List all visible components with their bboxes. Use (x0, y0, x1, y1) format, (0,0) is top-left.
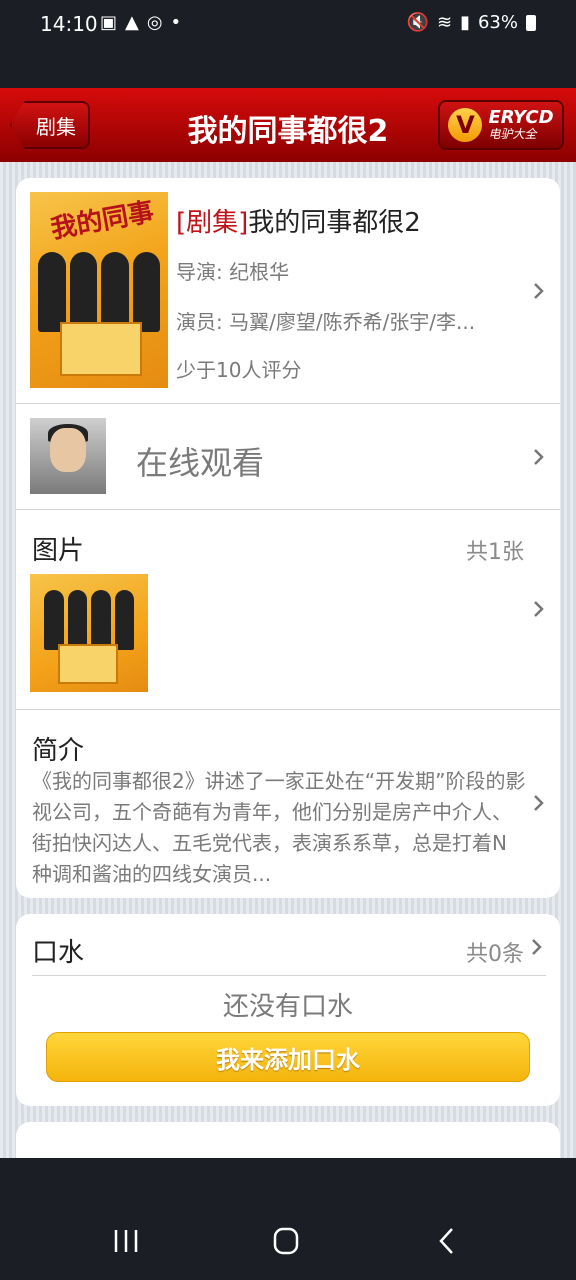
logo-sub: 电驴大全 (488, 127, 537, 142)
movie-info-row[interactable]: 我的同事 [剧集]我的同事都很2 导演: 纪根华 演员: 马翼/廖望/陈乔希/张… (16, 178, 560, 404)
page-title: 我的同事都很2 (187, 114, 389, 149)
picture-thumbnail[interactable] (30, 574, 148, 692)
battery-percent: 63% (477, 12, 518, 33)
chevron-right-icon (530, 794, 548, 812)
chevron-right-icon (530, 600, 548, 618)
comments-header[interactable]: 口水 共0条 (32, 914, 546, 976)
status-bar: 14:10 ▣▲◎• 🔇 ≋ ▮ 63% (0, 0, 576, 88)
movie-director: 导演: 纪根华 (176, 260, 290, 284)
poster-people (38, 252, 160, 332)
back-nav-icon[interactable] (428, 1226, 468, 1256)
movie-actors: 演员: 马翼/廖望/陈乔希/张宇/李... (176, 310, 476, 334)
logo-main: ERYCD (488, 107, 554, 129)
system-nav-bar (0, 1158, 576, 1280)
comments-title: 口水 (32, 938, 85, 968)
movie-name: 我的同事都很2 (248, 208, 421, 238)
intro-row[interactable]: 简介 《我的同事都很2》讲述了一家正处在“开发期”阶段的影视公司，五个奇葩有为青… (16, 710, 560, 898)
back-button[interactable]: 剧集 (10, 101, 90, 149)
watch-thumbnail (30, 418, 106, 494)
movie-rating: 少于10人评分 (176, 358, 302, 382)
add-comment-button[interactable]: 我来添加口水 (46, 1032, 530, 1082)
pictures-row[interactable]: 图片 共1张 (16, 510, 560, 710)
app-header: 剧集 我的同事都很2 V ERYCD 电驴大全 (0, 88, 576, 162)
verycd-logo-button[interactable]: V ERYCD 电驴大全 (438, 100, 564, 150)
pictures-title: 图片 (32, 536, 85, 566)
home-icon[interactable] (266, 1226, 306, 1256)
intro-text: 《我的同事都很2》讲述了一家正处在“开发期”阶段的影视公司，五个奇葩有为青年，他… (32, 769, 526, 886)
movie-tag: [剧集] (176, 208, 249, 238)
verycd-v-icon: V (448, 108, 483, 142)
recent-apps-icon[interactable] (106, 1226, 146, 1256)
battery-icon (526, 14, 536, 31)
add-comment-label: 我来添加口水 (216, 1045, 360, 1074)
mute-icon: 🔇 (406, 12, 429, 33)
content-area[interactable]: 我的同事 [剧集]我的同事都很2 导演: 纪根华 演员: 马翼/廖望/陈乔希/张… (0, 162, 576, 1158)
chevron-right-icon (530, 448, 548, 466)
comments-count: 共0条 (466, 942, 524, 967)
intro-title: 简介 (32, 736, 85, 766)
back-button-label: 剧集 (36, 114, 76, 139)
logo-text: ERYCD 电驴大全 (488, 107, 554, 142)
comments-card: 口水 共0条 还没有口水 我来添加口水 (16, 914, 560, 1106)
poster-box (60, 322, 142, 376)
poster-art-title: 我的同事 (48, 197, 157, 245)
signal-icon: ▮ (460, 12, 470, 33)
watch-online-row[interactable]: 在线观看 (16, 404, 560, 510)
pictures-count: 共1张 (466, 540, 524, 565)
status-time: 14:10 (40, 12, 98, 36)
movie-title: [剧集]我的同事都很2 (176, 202, 421, 239)
notification-icons: ▣▲◎• (100, 12, 190, 33)
chevron-right-icon (530, 282, 548, 300)
next-card (16, 1122, 560, 1158)
wifi-icon: ≋ (436, 12, 453, 33)
movie-card: 我的同事 [剧集]我的同事都很2 导演: 纪根华 演员: 马翼/廖望/陈乔希/张… (16, 178, 560, 898)
status-right: 🔇 ≋ ▮ 63% (407, 12, 536, 33)
movie-poster: 我的同事 (30, 192, 168, 388)
chevron-right-icon (528, 938, 546, 956)
comments-empty-text: 还没有口水 (222, 992, 353, 1022)
watch-online-label: 在线观看 (136, 444, 265, 482)
